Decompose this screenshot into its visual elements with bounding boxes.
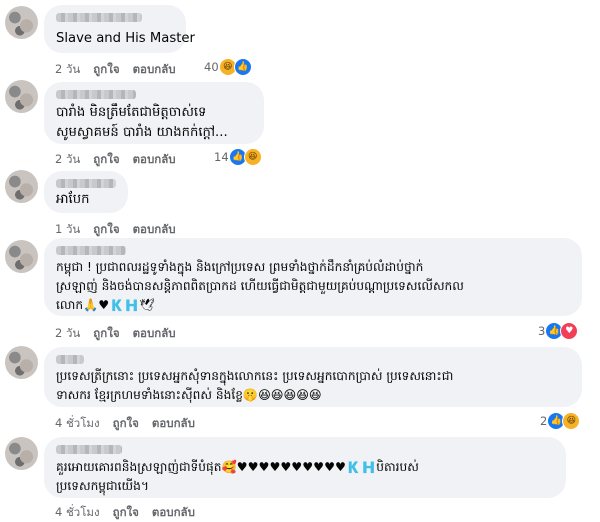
comment-actions: 2 วัน ถูกใจ ตอบกลับ: [55, 325, 189, 343]
reaction-count: 3: [538, 324, 546, 338]
like-button[interactable]: ถูกใจ: [113, 505, 139, 519]
comment-bubble: Slave and His Master: [44, 5, 195, 53]
comment-text: គួរអោយគោរពនិងស្រឡាញ់ជាទីបំផុត🥰♥♥♥♥♥♥♥♥♥♥…: [56, 458, 556, 496]
comment-time[interactable]: 2 วัน: [55, 152, 80, 166]
author-name[interactable]: [56, 90, 136, 99]
reaction-count: 14: [214, 150, 229, 164]
reply-button[interactable]: ตอบกลับ: [152, 416, 195, 430]
comment-bubble: កម្ពុជា ! ប្រជាពលរដ្ឋទូទាំងក្នុង និងក្រៅ…: [44, 238, 582, 316]
like-button[interactable]: ถูกใจ: [93, 152, 119, 166]
comment-time[interactable]: 4 ชั่วโมง: [55, 416, 100, 430]
avatar[interactable]: [5, 6, 38, 39]
author-name[interactable]: [56, 179, 116, 188]
avatar[interactable]: [5, 240, 38, 273]
comment-actions: 1 วัน ถูกใจ ตอบกลับ: [55, 221, 189, 239]
comment-text: អាបែក: [56, 189, 118, 210]
author-name[interactable]: [56, 445, 122, 454]
comment-text: កម្ពុជា ! ប្រជាពលរដ្ឋទូទាំងក្នុង និងក្រៅ…: [56, 258, 572, 315]
comment-bubble: បារាំង មិនត្រឹមតែជាមិត្តចាស់ទេ សូមស្វាគម…: [44, 82, 264, 144]
like-button[interactable]: ถูกใจ: [93, 326, 119, 340]
comment-line: គួរអោយគោរពនិងស្រឡាញ់ជាទីបំផុត🥰♥♥♥♥♥♥♥♥♥♥…: [56, 460, 419, 474]
reaction-summary[interactable]: 3 👍 ♥: [538, 322, 579, 340]
reply-button[interactable]: ตอบกลับ: [133, 326, 176, 340]
comment-line: កម្ពុជា ! ប្រជាពលរដ្ឋទូទាំងក្នុង និងក្រៅ…: [56, 260, 424, 274]
comment-bubble: អាបែក: [44, 171, 128, 213]
comment-actions: 2 วัน ถูกใจ ตอบกลับ: [55, 151, 189, 169]
author-name[interactable]: [56, 13, 142, 22]
comment-line: អាបែក: [56, 192, 90, 207]
comment-time[interactable]: 1 วัน: [55, 222, 80, 236]
comment-bubble: ប្រទេសត្រីក្រនោះ ប្រទេសអ្នកសុំទានក្នុងលោ…: [44, 347, 582, 407]
comment-text: បារាំង មិនត្រឹមតែជាមិត្តចាស់ទេ សូមស្វាគម…: [56, 103, 254, 143]
love-reaction-icon: ♥: [560, 322, 579, 340]
comment-actions: 4 ชั่วโมง ถูกใจ ตอบกลับ: [55, 415, 208, 433]
comment-bubble: គួរអោយគោរពនិងស្រឡាញ់ជាទីបំផុត🥰♥♥♥♥♥♥♥♥♥♥…: [44, 437, 566, 498]
comment-time[interactable]: 2 วัน: [55, 62, 80, 76]
like-reaction-icon: 👍: [233, 58, 252, 76]
comment-line: បារាំង មិនត្រឹមតែជាមិត្តចាស់ទេ: [56, 105, 207, 120]
comment-text: Slave and His Master: [56, 28, 195, 49]
like-button[interactable]: ถูกใจ: [113, 416, 139, 430]
comment-time[interactable]: 4 ชั่วโมง: [55, 505, 100, 519]
author-name[interactable]: [56, 355, 84, 364]
avatar[interactable]: [5, 170, 38, 203]
comment-line: Slave and His Master: [56, 31, 195, 46]
reply-button[interactable]: ตอบกลับ: [133, 222, 176, 236]
like-button[interactable]: ถูกใจ: [93, 222, 119, 236]
comment-line: ស្រឡាញ់ និងចង់បានសន្តិភាពពិតប្រាកដ ហើយធ្…: [56, 279, 464, 293]
reply-button[interactable]: ตอบกลับ: [133, 62, 176, 76]
haha-reaction-icon: 😆: [243, 148, 262, 166]
comment-line: ទាសករ ខ្មែរក្រហមទាំងនោះស៊ីពស់ និងខ្លែ🤫😆😆…: [56, 388, 322, 402]
reply-button[interactable]: ตอบกลับ: [133, 152, 176, 166]
comment-text: ប្រទេសត្រីក្រនោះ ប្រទេសអ្នកសុំទានក្នុងលោ…: [56, 367, 572, 405]
comment-line: ប្រទេសកម្ពុជាយើង។: [56, 479, 149, 493]
reaction-summary[interactable]: 14 👍 😆: [214, 148, 262, 166]
reaction-count: 2: [540, 414, 548, 428]
comment-line: សូមស្វាគមន៍ បារាំង យាងកក់ក្តៅ...: [56, 125, 228, 140]
comment-time[interactable]: 2 วัน: [55, 326, 80, 340]
comment-actions: 2 วัน ถูกใจ ตอบกลับ: [55, 61, 189, 79]
reaction-count: 40: [204, 60, 219, 74]
avatar[interactable]: [5, 437, 38, 470]
author-name[interactable]: [56, 246, 126, 255]
reply-button[interactable]: ตอบกลับ: [152, 505, 195, 519]
like-button[interactable]: ถูกใจ: [93, 62, 119, 76]
comment-actions: 4 ชั่วโมง ถูกใจ ตอบกลับ: [55, 504, 208, 522]
avatar[interactable]: [5, 346, 38, 379]
comment-line: លោក🙏♥🇰🇭🕊: [56, 298, 155, 312]
avatar[interactable]: [5, 80, 38, 113]
reaction-summary[interactable]: 2 👍 😆: [540, 412, 581, 430]
comment-line: ប្រទេសត្រីក្រនោះ ប្រទេសអ្នកសុំទានក្នុងលោ…: [56, 369, 454, 383]
reaction-summary[interactable]: 40 😆 👍: [204, 58, 252, 76]
haha-reaction-icon: 😆: [562, 412, 581, 430]
